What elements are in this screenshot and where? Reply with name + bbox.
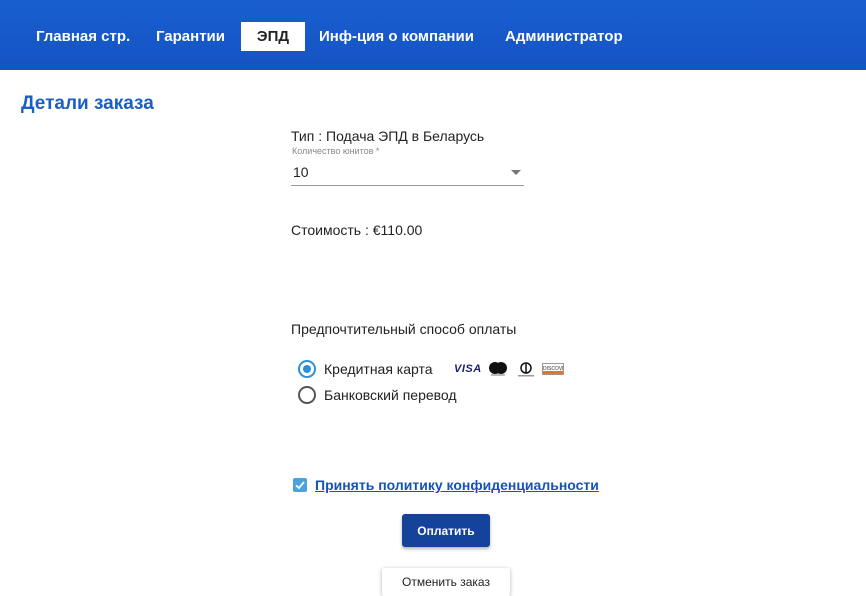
units-value: 10: [293, 164, 309, 180]
privacy-policy-link[interactable]: Принять политику конфиденциальности: [315, 477, 599, 493]
top-navbar: Главная стр. Гарантии ЭПД Инф-ция о комп…: [0, 0, 866, 70]
privacy-checkbox[interactable]: [293, 478, 307, 492]
pay-button[interactable]: Оплатить: [402, 514, 490, 547]
radio-label-credit-card: Кредитная карта: [324, 361, 433, 377]
discover-logo: DISCOVER: [542, 363, 564, 375]
nav-item-home[interactable]: Главная стр.: [26, 22, 140, 51]
nav-item-company-info[interactable]: Инф-ция о компании: [309, 22, 484, 51]
nav-item-guarantees[interactable]: Гарантии: [146, 22, 235, 51]
diners-club-logo: [518, 362, 534, 377]
nav-item-epd[interactable]: ЭПД: [241, 22, 305, 51]
radio-bank-transfer[interactable]: [298, 386, 316, 404]
mastercard-logo: [489, 362, 507, 376]
nav-item-administrator[interactable]: Администратор: [495, 22, 633, 51]
units-select[interactable]: 10: [291, 160, 524, 186]
order-type: Тип : Подача ЭПД в Беларусь: [291, 128, 485, 144]
checkmark-icon: [295, 481, 305, 490]
radio-label-bank-transfer: Банковский перевод: [324, 387, 457, 403]
dropdown-arrow-icon: [511, 170, 521, 175]
payment-method-title: Предпочтительный способ оплаты: [291, 321, 517, 337]
cancel-order-button[interactable]: Отменить заказ: [382, 568, 510, 596]
units-label: Количество юнитов *: [292, 146, 380, 156]
radio-credit-card[interactable]: [298, 360, 316, 378]
order-cost: Стоимость : €110.00: [291, 222, 423, 238]
visa-logo: VISA: [454, 363, 482, 375]
page-title: Детали заказа: [21, 93, 154, 114]
